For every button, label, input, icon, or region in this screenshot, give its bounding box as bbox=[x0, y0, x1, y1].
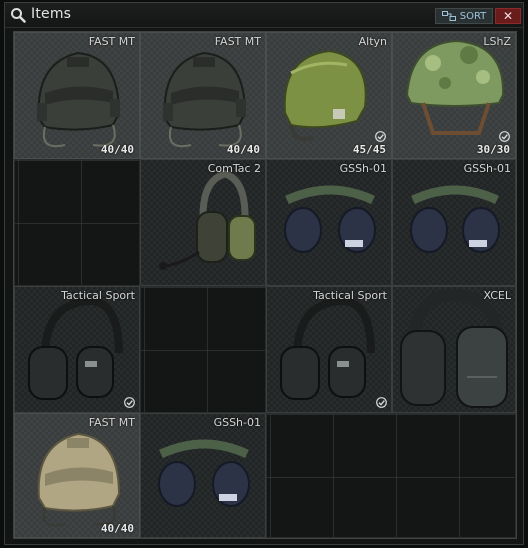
window-title: Items bbox=[31, 6, 72, 22]
item-gssh-1[interactable]: GSSh-01 bbox=[266, 159, 392, 286]
sort-button[interactable]: SORT bbox=[435, 8, 493, 24]
gssh-headset-icon bbox=[284, 185, 376, 253]
item-fast-mt-2[interactable]: FAST MT 40/40 bbox=[140, 32, 266, 159]
checkmark-icon bbox=[124, 397, 135, 408]
sort-icon bbox=[441, 11, 456, 21]
gssh-headset-icon bbox=[410, 185, 500, 253]
checkmark-icon bbox=[376, 397, 387, 408]
search-icon bbox=[11, 8, 26, 23]
item-name: FAST MT bbox=[88, 416, 135, 429]
empty-slot[interactable] bbox=[140, 286, 266, 413]
item-name: FAST MT bbox=[88, 35, 135, 48]
item-name: XCEL bbox=[483, 289, 512, 302]
item-fast-mt-1[interactable]: FAST MT 40/40 bbox=[14, 32, 140, 159]
item-xcel[interactable]: XCEL bbox=[392, 286, 516, 413]
sort-label: SORT bbox=[459, 10, 487, 22]
fast-mt-helmet-icon bbox=[37, 51, 121, 148]
fast-mt-helmet-icon bbox=[163, 51, 247, 148]
item-altyn[interactable]: Altyn 45/45 bbox=[266, 32, 392, 159]
item-name: GSSh-01 bbox=[463, 162, 511, 175]
item-durability: 45/45 bbox=[352, 143, 386, 156]
tactical-sport-headset-icon bbox=[280, 296, 375, 400]
fast-mt-tan-helmet-icon bbox=[37, 432, 121, 527]
checkmark-icon bbox=[499, 131, 510, 142]
item-name: ComTac 2 bbox=[207, 162, 261, 175]
close-button[interactable]: ✕ bbox=[495, 8, 521, 24]
item-name: GSSh-01 bbox=[339, 162, 387, 175]
xcel-headset-icon bbox=[400, 288, 508, 408]
item-durability: 30/30 bbox=[476, 143, 510, 156]
item-name: GSSh-01 bbox=[213, 416, 261, 429]
item-tactical-sport-1[interactable]: Tactical Sport bbox=[14, 286, 140, 413]
item-name: Altyn bbox=[358, 35, 387, 48]
tactical-sport-headset-icon bbox=[28, 296, 123, 400]
comtac-headset-icon bbox=[159, 170, 256, 270]
item-lshz[interactable]: LShZ 30/30 bbox=[392, 32, 516, 159]
item-durability: 40/40 bbox=[100, 143, 134, 156]
item-durability: 40/40 bbox=[100, 522, 134, 535]
items-grid: FAST MT 40/40 FAST MT 40/40 Altyn 45/45 … bbox=[13, 31, 517, 539]
item-name: FAST MT bbox=[214, 35, 261, 48]
altyn-helmet-icon bbox=[283, 49, 367, 142]
empty-slot[interactable] bbox=[14, 159, 140, 286]
item-gssh-2[interactable]: GSSh-01 bbox=[392, 159, 516, 286]
item-name: Tactical Sport bbox=[313, 289, 387, 302]
titlebar[interactable]: Items SORT ✕ bbox=[5, 3, 523, 28]
empty-slot[interactable] bbox=[266, 413, 516, 538]
items-window: Items SORT ✕ FAST MT 40/40 FAST MT 40/40… bbox=[4, 2, 524, 545]
item-comtac-2[interactable]: ComTac 2 bbox=[140, 159, 266, 286]
item-fast-mt-tan[interactable]: FAST MT 40/40 bbox=[14, 413, 140, 538]
item-name: Tactical Sport bbox=[61, 289, 135, 302]
lshz-helmet-icon bbox=[405, 39, 505, 135]
item-name: LShZ bbox=[483, 35, 511, 48]
gssh-headset-icon bbox=[158, 439, 250, 507]
item-gssh-3[interactable]: GSSh-01 bbox=[140, 413, 266, 538]
item-tactical-sport-2[interactable]: Tactical Sport bbox=[266, 286, 392, 413]
item-durability: 40/40 bbox=[226, 143, 260, 156]
checkmark-icon bbox=[375, 131, 386, 142]
close-icon: ✕ bbox=[502, 9, 514, 23]
